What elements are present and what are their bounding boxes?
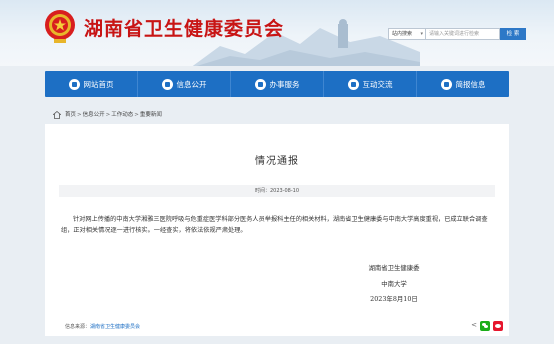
search-scope-select[interactable]: 站内搜索 ▾ bbox=[388, 28, 426, 40]
nav-item-info-disclosure[interactable]: 信息公开 bbox=[138, 71, 231, 97]
service-icon bbox=[254, 78, 266, 90]
source-link[interactable]: 湖南省卫生健康委员会 bbox=[90, 324, 140, 330]
nav-item-bulletin[interactable]: 简报信息 bbox=[417, 71, 509, 97]
article-date-bar: 时间：2023-08-10 bbox=[59, 185, 495, 197]
search-bar: 站内搜索 ▾ 请输入关键词进行检索 检 索 bbox=[388, 28, 526, 40]
nav-item-label: 互动交流 bbox=[362, 79, 393, 89]
nav-item-label: 网站首页 bbox=[83, 79, 114, 89]
search-input[interactable]: 请输入关键词进行检索 bbox=[426, 28, 500, 40]
signature-date: 2023年8月10日 bbox=[370, 295, 418, 303]
header-banner: 湖南省卫生健康委员会 站内搜索 ▾ 请输入关键词进行检索 检 索 bbox=[0, 0, 554, 66]
date-label: 时间： bbox=[254, 188, 270, 194]
chat-icon bbox=[347, 78, 359, 90]
site-title[interactable]: 湖南省卫生健康委员会 bbox=[84, 14, 284, 41]
search-scope-label: 站内搜索 bbox=[392, 31, 413, 37]
breadcrumb-info-disclosure[interactable]: 信息公开 bbox=[83, 108, 105, 122]
nav-item-label: 办事服务 bbox=[269, 79, 300, 89]
signature-org: 湖南省卫生健康委 bbox=[368, 264, 420, 272]
source-label: 信息来源： bbox=[65, 324, 91, 330]
article-source: 信息来源：湖南省卫生健康委员会 bbox=[65, 323, 140, 330]
share-bar: < bbox=[471, 320, 503, 331]
share-icon[interactable]: < bbox=[471, 320, 477, 331]
wechat-icon[interactable] bbox=[480, 320, 490, 331]
nav-item-label: 信息公开 bbox=[176, 79, 207, 89]
breadcrumb-important-news[interactable]: 重要新闻 bbox=[140, 108, 162, 122]
national-emblem-icon bbox=[45, 10, 75, 43]
weibo-icon[interactable] bbox=[493, 320, 503, 331]
breadcrumb-separator: > bbox=[105, 112, 111, 118]
nav-item-home[interactable]: 网站首页 bbox=[45, 71, 138, 97]
home-icon bbox=[53, 111, 61, 119]
signature-university: 中南大学 bbox=[381, 280, 407, 288]
breadcrumb-separator: > bbox=[77, 112, 82, 118]
nav-item-interaction[interactable]: 互动交流 bbox=[324, 71, 417, 97]
breadcrumb-home[interactable]: 首页 bbox=[65, 108, 76, 122]
article-title: 情况通报 bbox=[255, 156, 299, 167]
article-body: 针对网上传播的中南大学湘雅三医院呼吸与危重症医学科部分医务人员举报科主任的相关材… bbox=[61, 216, 488, 234]
breadcrumb-separator: > bbox=[134, 112, 139, 118]
nav-item-label: 简报信息 bbox=[455, 79, 486, 89]
document-icon bbox=[161, 78, 173, 90]
bulletin-icon bbox=[440, 78, 452, 90]
article-date: 2023-08-10 bbox=[269, 188, 300, 194]
main-nav: 网站首页 信息公开 办事服务 互动交流 简报信息 bbox=[45, 71, 509, 97]
chevron-down-icon: ▾ bbox=[420, 31, 423, 37]
home-icon bbox=[68, 78, 80, 90]
article-card: 情况通报 时间：2023-08-10 针对网上传播的中南大学湘雅三医院呼吸与危重… bbox=[45, 124, 509, 336]
breadcrumb-work-news[interactable]: 工作动态 bbox=[111, 108, 133, 122]
search-button[interactable]: 检 索 bbox=[500, 28, 526, 40]
breadcrumb: 首页 > 信息公开 > 工作动态 > 重要新闻 bbox=[45, 108, 509, 122]
nav-item-services[interactable]: 办事服务 bbox=[231, 71, 324, 97]
